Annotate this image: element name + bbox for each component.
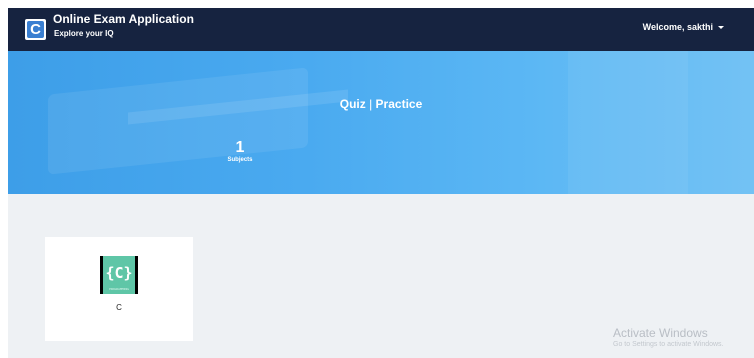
- hero-title: Quiz | Practice: [8, 97, 754, 111]
- logo-glyph: C: [27, 21, 44, 38]
- hero-title-bold: Quiz: [339, 97, 366, 111]
- user-menu-label: Welcome, sakthi: [642, 22, 713, 32]
- user-menu-dropdown[interactable]: Welcome, sakthi: [643, 22, 724, 32]
- subject-logo-text: {C} PROGRAMMING: [103, 256, 135, 294]
- hero-banner: Quiz | Practice 1 Subjects: [8, 51, 754, 194]
- subjects-label: Subjects: [227, 157, 253, 163]
- subject-label: C: [116, 303, 122, 312]
- app-logo-icon[interactable]: C: [25, 19, 46, 40]
- windows-activation-watermark-subtitle: Go to Settings to activate Windows.: [613, 341, 724, 348]
- page: C Online Exam Application Explore your I…: [0, 0, 754, 358]
- app-subtitle: Explore your IQ: [54, 29, 114, 38]
- subject-logo-caption: PROGRAMMING: [109, 287, 129, 291]
- app-title[interactable]: Online Exam Application: [53, 12, 194, 26]
- hero-background-shape: [568, 51, 688, 194]
- subjects-count: 1: [235, 139, 245, 156]
- subjects-stat: 1 Subjects: [220, 139, 260, 164]
- subject-card[interactable]: {C} PROGRAMMING C: [45, 237, 193, 341]
- top-navbar: C Online Exam Application Explore your I…: [8, 8, 754, 51]
- hero-title-rest: Practice: [375, 97, 423, 111]
- c-language-logo-icon: {C} PROGRAMMING: [100, 256, 138, 294]
- hero-title-separator: |: [365, 97, 376, 111]
- hero-background-shape: [48, 67, 308, 175]
- subject-logo-glyph: {C}: [105, 264, 133, 282]
- caret-down-icon: [718, 26, 724, 30]
- windows-activation-watermark-title: Activate Windows: [613, 326, 708, 340]
- app-window: C Online Exam Application Explore your I…: [8, 8, 754, 358]
